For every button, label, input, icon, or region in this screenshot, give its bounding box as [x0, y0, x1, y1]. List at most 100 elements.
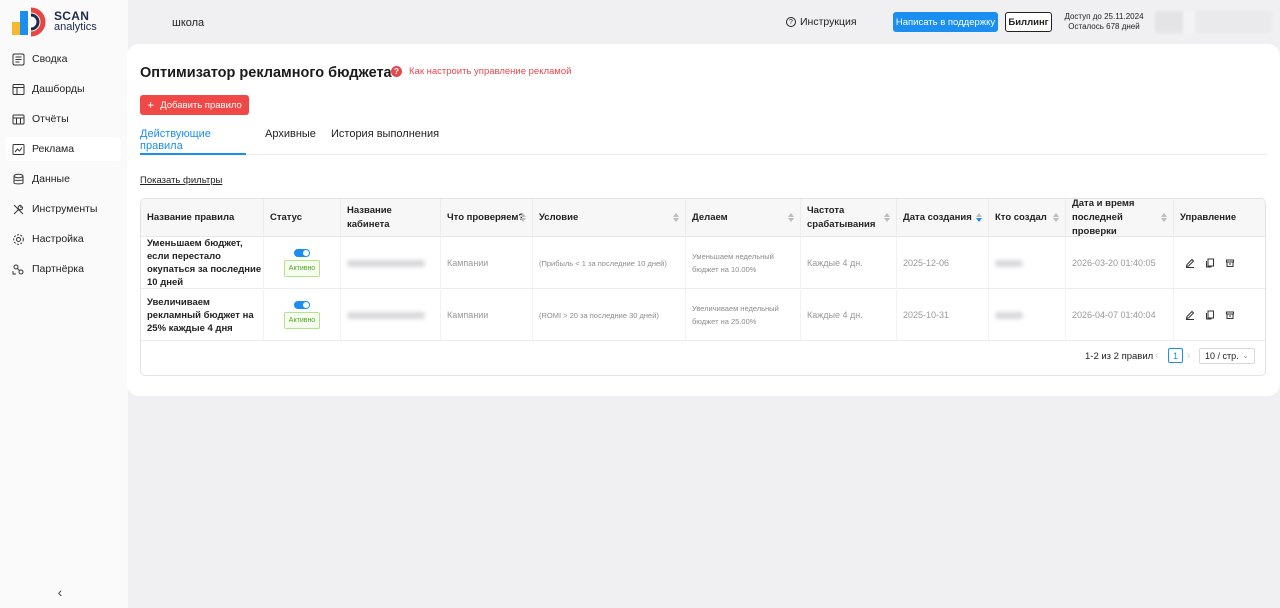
sidebar-item-partners[interactable]: Партнёрка — [6, 257, 121, 281]
created-by-blurred — [988, 237, 1065, 289]
sort-icon[interactable] — [1161, 213, 1167, 223]
table-row[interactable]: Увеличиваем рекламный бюджет на 25% кажд… — [141, 289, 1265, 341]
tabs: Действующие правила Архивные История вып… — [140, 128, 1267, 155]
summary-icon — [12, 53, 25, 66]
last-check: 2026-03-20 01:40:05 — [1065, 237, 1173, 289]
collapse-sidebar-icon[interactable]: ‹ — [53, 584, 67, 600]
sidebar-item-summary[interactable]: Сводка — [6, 47, 121, 71]
status-badge: Активно — [283, 260, 321, 277]
sidebar-item-data[interactable]: Данные — [6, 167, 121, 191]
column-created-by[interactable]: Кто создал — [988, 199, 1065, 237]
column-frequency[interactable]: Частота срабатывания — [800, 199, 896, 237]
last-check: 2026-04-07 01:40:04 — [1065, 289, 1173, 341]
sort-icon[interactable] — [673, 213, 679, 223]
copy-icon[interactable] — [1205, 258, 1215, 268]
settings-icon — [12, 233, 25, 246]
help-label: Инструкция — [800, 16, 857, 28]
sidebar-item-label: Сводка — [32, 53, 68, 65]
status-cell: Активно — [263, 237, 340, 289]
frequency: Каждые 4 дн. — [800, 237, 896, 289]
sidebar: SCAN analytics Сводка Дашборды Отчёты Ре… — [0, 0, 128, 608]
created-by-blurred — [988, 289, 1065, 341]
page-number[interactable]: 1 — [1168, 348, 1183, 363]
sidebar-item-label: Инструменты — [32, 203, 98, 215]
sidebar-nav: Сводка Дашборды Отчёты Реклама Данные Ин… — [6, 47, 121, 287]
sidebar-item-label: Данные — [32, 173, 70, 185]
tools-icon — [12, 203, 25, 216]
check-target: Кампании — [440, 289, 532, 341]
action: Уменьшаем недельный бюджет на 10.00% — [685, 237, 800, 289]
help-instruction-link[interactable]: ? Инструкция — [786, 16, 857, 28]
next-page-icon[interactable]: › — [1187, 350, 1190, 361]
user-menu[interactable] — [1155, 11, 1272, 33]
plus-icon: + — [147, 98, 155, 112]
days-left: Осталось 678 дней — [1068, 22, 1140, 31]
partners-icon — [12, 263, 25, 276]
account-name-blurred — [340, 289, 440, 341]
created-date: 2025-10-31 — [896, 289, 988, 341]
frequency: Каждые 4 дн. — [800, 289, 896, 341]
tab-execution-history[interactable]: История выполнения — [331, 128, 439, 155]
rule-name: Уменьшаем бюджет, если перестало окупать… — [147, 238, 262, 288]
page-size-select[interactable]: 10 / стр. ⌄ — [1199, 348, 1255, 364]
check-target: Кампании — [440, 237, 532, 289]
logo[interactable]: SCAN analytics — [12, 6, 112, 38]
page-title: Оптимизатор рекламного бюджета — [140, 65, 392, 81]
sidebar-item-reports[interactable]: Отчёты — [6, 107, 121, 131]
page-size-value: 10 / стр. — [1205, 351, 1239, 361]
edit-icon[interactable] — [1185, 310, 1195, 320]
table-row[interactable]: Уменьшаем бюджет, если перестало окупать… — [141, 237, 1265, 289]
add-rule-button[interactable]: + Добавить правило — [140, 95, 249, 115]
prev-page-icon[interactable]: ‹ — [1155, 350, 1158, 361]
condition: (Прибыль < 1 за последние 10 дней) — [532, 237, 685, 289]
tab-archived[interactable]: Архивные — [265, 128, 316, 155]
created-date: 2025-12-06 — [896, 237, 988, 289]
sidebar-item-dashboards[interactable]: Дашборды — [6, 77, 121, 101]
dashboard-icon — [12, 83, 25, 96]
column-created-date[interactable]: Дата создания — [896, 199, 988, 237]
sidebar-item-ads[interactable]: Реклама — [6, 137, 121, 161]
edit-icon[interactable] — [1185, 258, 1195, 268]
status-toggle[interactable] — [294, 249, 310, 257]
account-name-blurred — [340, 237, 440, 289]
billing-button[interactable]: Биллинг — [1005, 12, 1052, 32]
condition: (ROMI > 20 за последние 30 дней) — [532, 289, 685, 341]
workspace-name[interactable]: школа — [172, 17, 204, 29]
column-check-target[interactable]: Что проверяем? — [440, 199, 532, 237]
column-rule-name[interactable]: Название правила — [141, 199, 263, 237]
column-account-name[interactable]: Название кабинета — [340, 199, 440, 237]
tab-active-rules[interactable]: Действующие правила — [140, 128, 246, 155]
column-action[interactable]: Делаем — [685, 199, 800, 237]
logo-subtitle: analytics — [54, 21, 97, 33]
archive-icon[interactable] — [1225, 258, 1235, 268]
sort-icon[interactable] — [884, 213, 890, 223]
support-button[interactable]: Написать в поддержку — [893, 12, 998, 32]
sort-icon[interactable] — [788, 213, 794, 223]
question-circle-icon: ? — [391, 66, 402, 77]
archive-icon[interactable] — [1225, 310, 1235, 320]
action: Увеличиваем недельный бюджет на 25.00% — [685, 289, 800, 341]
question-icon: ? — [786, 17, 796, 27]
pagination: 1-2 из 2 правил ‹ 1 › 10 / стр. ⌄ — [141, 347, 1265, 367]
status-badge: Активно — [283, 312, 321, 329]
sidebar-item-label: Отчёты — [32, 113, 69, 125]
sidebar-item-label: Дашборды — [32, 83, 85, 95]
sort-icon[interactable] — [1053, 213, 1059, 223]
ads-help-label: Как настроить управление рекламой — [409, 66, 572, 77]
sort-icon[interactable] — [976, 213, 982, 223]
column-last-check[interactable]: Дата и время последней проверки — [1065, 199, 1173, 237]
sidebar-item-settings[interactable]: Настройка — [6, 227, 121, 251]
ads-help-link[interactable]: ? Как настроить управление рекламой — [391, 66, 571, 77]
show-filters-link[interactable]: Показать фильтры — [140, 175, 222, 186]
pagination-total: 1-2 из 2 правил — [1085, 351, 1154, 362]
column-status[interactable]: Статус — [263, 199, 340, 237]
column-condition[interactable]: Условие — [532, 199, 685, 237]
sidebar-item-tools[interactable]: Инструменты — [6, 197, 121, 221]
rules-table: Название правила Статус Название кабинет… — [140, 198, 1266, 376]
status-toggle[interactable] — [294, 301, 310, 309]
main-content: Оптимизатор рекламного бюджета ? Как нас… — [127, 44, 1280, 396]
reports-icon — [12, 113, 25, 126]
status-cell: Активно — [263, 289, 340, 341]
sort-icon[interactable] — [520, 213, 526, 223]
copy-icon[interactable] — [1205, 310, 1215, 320]
